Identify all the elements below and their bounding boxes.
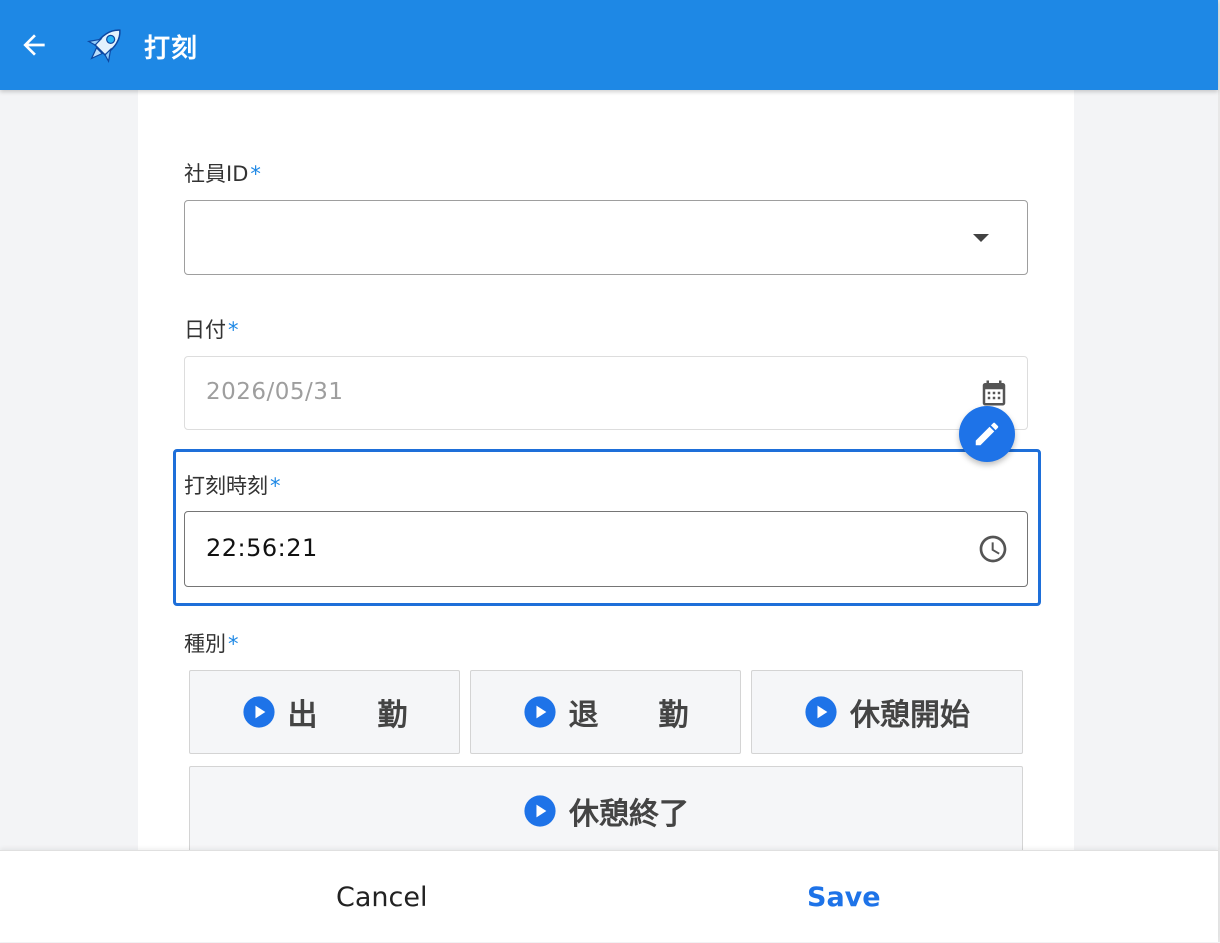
- save-button[interactable]: Save: [600, 851, 1218, 943]
- required-mark: *: [270, 474, 281, 498]
- play-circle-icon: [524, 795, 556, 827]
- clock-icon[interactable]: [977, 533, 1009, 565]
- caret-down-icon: [973, 234, 989, 242]
- bottom-action-bar: Cancel Save: [0, 850, 1218, 942]
- date-field[interactable]: 2026/05/31: [184, 356, 1028, 430]
- employee-id-select[interactable]: [184, 200, 1028, 275]
- app-bar: 打刻: [0, 0, 1218, 90]
- required-mark: *: [228, 632, 239, 656]
- date-label-text: 日付: [184, 318, 226, 342]
- time-field[interactable]: 22:56:21: [184, 511, 1028, 587]
- cancel-button[interactable]: Cancel: [80, 851, 680, 943]
- edit-button[interactable]: [959, 406, 1015, 462]
- page-title: 打刻: [144, 34, 199, 64]
- break-start-button[interactable]: 休憩開始: [751, 670, 1023, 754]
- play-circle-icon: [805, 696, 837, 728]
- arrow-left-icon: [23, 34, 45, 56]
- date-value: 2026/05/31: [206, 379, 344, 405]
- time-value: 22:56:21: [206, 534, 318, 562]
- date-label: 日付*: [184, 314, 239, 344]
- type-label: 種別*: [184, 628, 239, 658]
- back-button[interactable]: [14, 25, 54, 65]
- clock-out-button[interactable]: 退 勤: [470, 670, 741, 754]
- break-start-label: 休憩開始: [850, 698, 970, 733]
- break-end-label: 休憩終了: [569, 797, 689, 832]
- play-circle-icon: [242, 696, 275, 728]
- employee-id-label-text: 社員ID: [184, 162, 249, 186]
- required-mark: *: [250, 162, 261, 186]
- employee-id-label: 社員ID*: [184, 158, 261, 188]
- time-label: 打刻時刻*: [184, 470, 281, 500]
- play-circle-icon: [523, 696, 556, 728]
- clock-in-label: 出 勤: [287, 698, 408, 733]
- rocket-icon: [86, 29, 121, 64]
- clock-out-label: 退 勤: [568, 698, 689, 733]
- clock-in-button[interactable]: 出 勤: [189, 670, 460, 754]
- time-label-text: 打刻時刻: [184, 474, 268, 498]
- required-mark: *: [228, 318, 239, 342]
- pencil-icon: [975, 422, 999, 446]
- calendar-icon[interactable]: [979, 378, 1009, 408]
- type-label-text: 種別: [184, 632, 226, 656]
- break-end-button[interactable]: 休憩終了: [189, 766, 1023, 856]
